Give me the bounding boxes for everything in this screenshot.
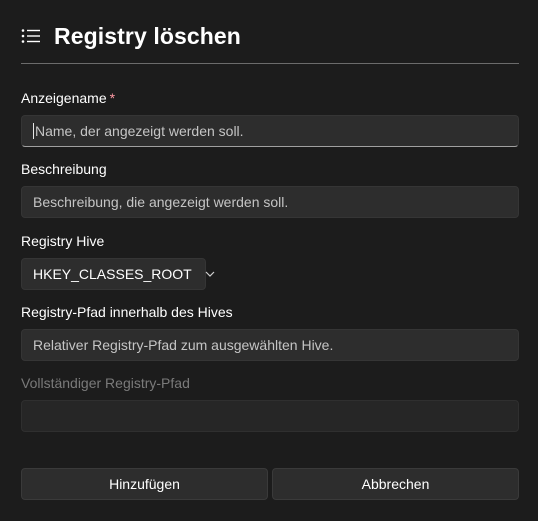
full-path-label: Vollständiger Registry-Pfad — [21, 375, 190, 391]
chevron-down-icon — [205, 271, 215, 277]
cancel-button[interactable]: Abbrechen — [272, 468, 519, 500]
registry-delete-dialog: Registry löschen Anzeigename * Name, der … — [0, 0, 538, 521]
page-title: Registry löschen — [54, 22, 241, 49]
registry-hive-label: Registry Hive — [21, 233, 105, 249]
description-input[interactable]: Beschreibung, die angezeigt werden soll. — [21, 186, 519, 218]
description-placeholder: Beschreibung, die angezeigt werden soll. — [33, 194, 289, 210]
list-icon — [21, 28, 41, 44]
header-divider — [21, 63, 519, 64]
description-label: Beschreibung — [21, 161, 107, 177]
registry-path-placeholder: Relativer Registry-Pfad zum ausgewählten… — [33, 337, 334, 353]
display-name-label: Anzeigename * — [21, 90, 115, 106]
registry-path-label: Registry-Pfad innerhalb des Hives — [21, 304, 233, 320]
required-mark: * — [109, 90, 116, 106]
full-path-field — [21, 400, 519, 432]
display-name-input[interactable]: Name, der angezeigt werden soll. — [21, 115, 519, 147]
display-name-label-text: Anzeigename — [21, 90, 107, 106]
text-caret — [33, 123, 34, 139]
registry-hive-dropdown[interactable]: HKEY_CLASSES_ROOT — [21, 258, 215, 290]
registry-path-input[interactable]: Relativer Registry-Pfad zum ausgewählten… — [21, 329, 519, 361]
page-header: Registry löschen — [21, 22, 241, 50]
display-name-placeholder: Name, der angezeigt werden soll. — [35, 123, 244, 139]
registry-hive-selected: HKEY_CLASSES_ROOT — [33, 266, 192, 282]
add-button[interactable]: Hinzufügen — [21, 468, 268, 500]
